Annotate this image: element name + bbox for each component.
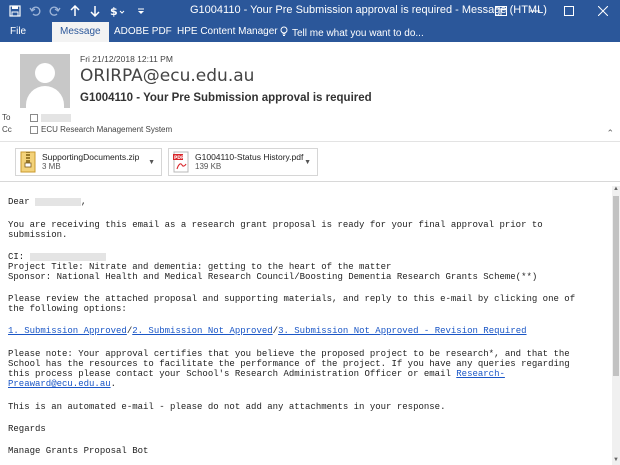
scroll-up-arrow-icon[interactable]: ▲ bbox=[612, 186, 620, 194]
minimize-icon[interactable] bbox=[518, 0, 552, 22]
cc-recipient-name[interactable]: ECU Research Management System bbox=[41, 125, 172, 134]
close-icon[interactable] bbox=[586, 0, 620, 22]
intro-line-2: submission. bbox=[8, 230, 68, 240]
research-preaward-email-link-cont[interactable]: Preaward@ecu.edu.au bbox=[8, 379, 111, 389]
note-line-3-text: this process please contact your School'… bbox=[8, 369, 457, 379]
avatar-body bbox=[26, 86, 64, 108]
ribbon-tab-bar: File Message ADOBE PDF HPE Content Manag… bbox=[0, 22, 620, 42]
attachment-supporting-documents[interactable]: SupportingDocuments.zip 3 MB ▼ bbox=[15, 148, 162, 176]
ribbon-display-options-icon[interactable] bbox=[484, 0, 518, 22]
undo-icon[interactable] bbox=[28, 4, 42, 18]
note-line-2: School has the resources to facilitate t… bbox=[8, 359, 570, 369]
greeting-tail: , bbox=[81, 197, 87, 207]
zip-icon bbox=[20, 151, 36, 173]
automated-notice: This is an automated e-mail - please do … bbox=[8, 402, 446, 412]
note-line-3: this process please contact your School'… bbox=[8, 369, 505, 380]
title-bar: $ G1004110 - Your Pre Submission approva… bbox=[0, 0, 620, 22]
attachment-menu-chevron-icon[interactable]: ▼ bbox=[304, 159, 311, 166]
maximize-icon[interactable] bbox=[552, 0, 586, 22]
review-line-2: the following options: bbox=[8, 304, 127, 314]
option-revision-required-link[interactable]: 3. Submission Not Approved - Revision Re… bbox=[278, 326, 526, 336]
redo-icon[interactable] bbox=[48, 4, 62, 18]
greeting-text: Dear bbox=[8, 197, 30, 207]
approval-options: 1. Submission Approved/2. Submission Not… bbox=[8, 326, 527, 337]
attachment-menu-chevron-icon[interactable]: ▼ bbox=[148, 159, 155, 166]
previous-item-icon[interactable] bbox=[68, 4, 82, 18]
svg-text:$: $ bbox=[110, 5, 118, 17]
note-line-4: Preaward@ecu.edu.au. bbox=[8, 379, 116, 390]
lightbulb-icon bbox=[280, 26, 289, 39]
tab-message[interactable]: Message bbox=[52, 22, 109, 42]
tab-adobe-pdf[interactable]: ADOBE PDF bbox=[114, 22, 172, 42]
intro-line-1: You are receiving this email as a resear… bbox=[8, 220, 543, 230]
review-line-1: Please review the attached proposal and … bbox=[8, 294, 576, 304]
save-icon[interactable] bbox=[8, 4, 22, 18]
sender-avatar bbox=[20, 54, 70, 108]
project-title-line: Project Title: Nitrate and dementia: get… bbox=[8, 262, 392, 272]
scrollbar-thumb[interactable] bbox=[613, 196, 619, 376]
ci-line: CI: bbox=[8, 252, 106, 263]
body-scrollbar[interactable]: ▲ ▼ bbox=[612, 186, 620, 465]
pdf-icon: PDF bbox=[173, 151, 189, 173]
svg-text:PDF: PDF bbox=[174, 155, 184, 161]
greeting-line: Dear , bbox=[8, 197, 86, 208]
to-row: To bbox=[0, 113, 71, 122]
avatar-head bbox=[35, 63, 55, 83]
signature-line: Manage Grants Proposal Bot bbox=[8, 446, 149, 456]
cc-label: Cc bbox=[2, 125, 12, 134]
message-body: Dear , You are receiving this email as a… bbox=[0, 182, 612, 465]
attachment-size: 139 KB bbox=[195, 162, 222, 171]
dollar-icon[interactable]: $ bbox=[108, 4, 128, 18]
option-submission-approved-link[interactable]: 1. Submission Approved bbox=[8, 326, 127, 336]
scroll-down-arrow-icon[interactable]: ▼ bbox=[612, 457, 620, 465]
to-recipient-redacted[interactable] bbox=[41, 113, 71, 122]
ci-name-redacted bbox=[29, 252, 106, 261]
option-submission-not-approved-link[interactable]: 2. Submission Not Approved bbox=[132, 326, 272, 336]
attachment-name: SupportingDocuments.zip bbox=[42, 152, 140, 162]
research-preaward-email-link[interactable]: Research- bbox=[456, 369, 505, 379]
customize-toolbar-icon[interactable] bbox=[134, 4, 148, 18]
tab-hpe-content-manager[interactable]: HPE Content Manager bbox=[177, 22, 278, 42]
regards-line: Regards bbox=[8, 424, 46, 434]
tab-file[interactable]: File bbox=[10, 22, 26, 42]
attachment-size: 3 MB bbox=[42, 162, 61, 171]
cc-recipient-checkbox[interactable] bbox=[30, 125, 38, 134]
sent-date: Fri 21/12/2018 12:11 PM bbox=[80, 54, 173, 64]
message-subject: G1004110 - Your Pre Submission approval … bbox=[80, 92, 372, 104]
sender-address[interactable]: ORIRPA@ecu.edu.au bbox=[80, 66, 254, 86]
attachment-name: G1004110-Status History.pdf bbox=[195, 152, 304, 162]
to-recipient-checkbox[interactable] bbox=[30, 113, 38, 122]
tell-me-label: Tell me what you want to do... bbox=[292, 28, 424, 39]
ci-label: CI: bbox=[8, 252, 25, 262]
to-label: To bbox=[2, 113, 11, 122]
window-controls bbox=[484, 0, 620, 22]
attachment-status-history-pdf[interactable]: PDF G1004110-Status History.pdf 139 KB ▼ bbox=[168, 148, 318, 176]
sponsor-line: Sponsor: National Health and Medical Res… bbox=[8, 272, 538, 282]
note-line-1: Please note: Your approval certifies tha… bbox=[8, 349, 570, 359]
next-item-icon[interactable] bbox=[88, 4, 102, 18]
collapse-header-chevron-icon[interactable]: ⌃ bbox=[606, 128, 614, 139]
recipient-name-redacted bbox=[35, 197, 82, 206]
tell-me-search[interactable]: Tell me what you want to do... bbox=[280, 22, 424, 42]
cc-row: Cc ECU Research Management System bbox=[0, 125, 172, 134]
quick-access-toolbar: $ bbox=[8, 3, 148, 19]
note-line-4-tail: . bbox=[110, 379, 117, 389]
